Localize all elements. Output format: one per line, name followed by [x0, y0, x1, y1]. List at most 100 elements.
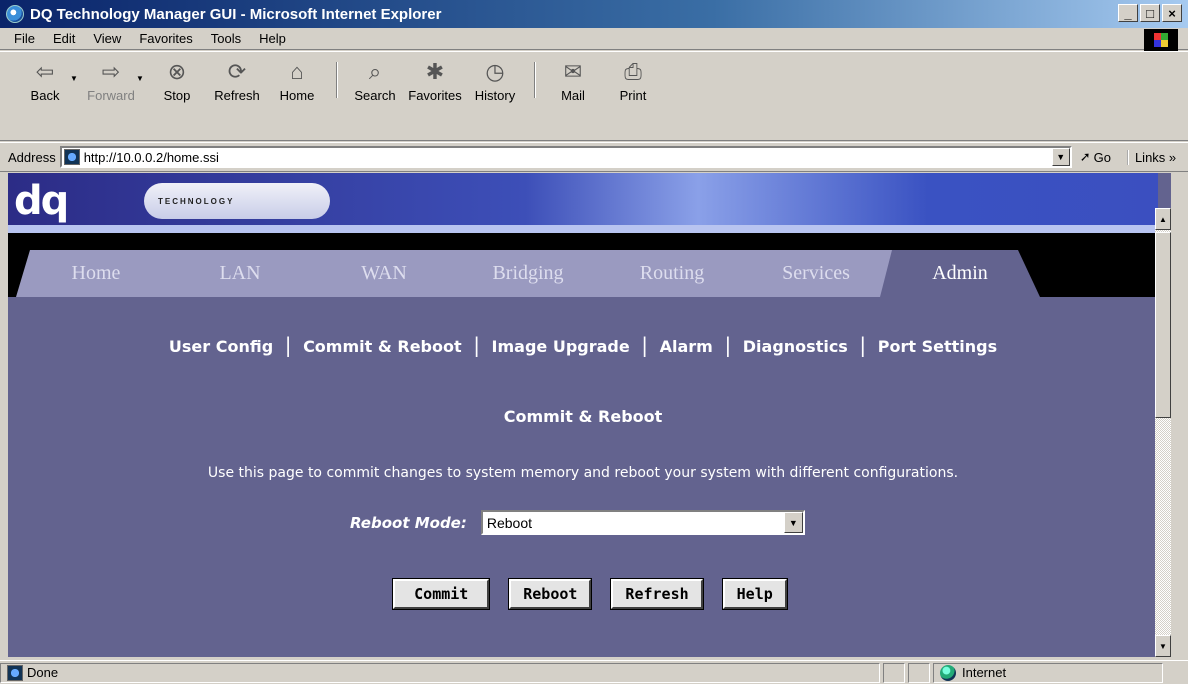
status-bar: Done Internet	[0, 660, 1188, 684]
scroll-up-icon[interactable]: ▲	[1155, 208, 1171, 230]
history-button[interactable]: ◷ History	[466, 58, 524, 140]
vertical-scrollbar[interactable]: ▲ ▼	[1155, 208, 1171, 657]
back-dropdown-icon[interactable]: ▼	[70, 58, 78, 140]
status-text: Done	[27, 665, 59, 680]
mail-label: Mail	[561, 88, 585, 103]
menu-favorites[interactable]: Favorites	[139, 31, 192, 46]
globe-icon	[940, 664, 956, 681]
windows-logo-icon	[1144, 29, 1178, 51]
search-button[interactable]: ⌕ Search	[346, 58, 404, 140]
subnav-separator: |	[473, 333, 480, 357]
go-button[interactable]: ➚ Go	[1080, 149, 1111, 165]
refresh-button[interactable]: Refresh	[610, 578, 704, 610]
stop-label: Stop	[163, 88, 191, 103]
print-button[interactable]: ⎙ Print	[604, 58, 662, 140]
subnav-image-upgrade[interactable]: Image Upgrade	[492, 337, 630, 356]
subnav-port-settings[interactable]: Port Settings	[878, 337, 997, 356]
menu-edit[interactable]: Edit	[53, 31, 75, 46]
status-cell	[883, 662, 905, 683]
minimize-button[interactable]: _	[1118, 4, 1138, 22]
status-text-panel: Done	[0, 662, 880, 683]
home-button[interactable]: ⌂ Home	[268, 58, 326, 140]
chevron-down-icon[interactable]: ▼	[783, 512, 803, 533]
menu-tools[interactable]: Tools	[211, 31, 241, 46]
stop-button[interactable]: ⊗ Stop	[148, 58, 206, 140]
tab-wan[interactable]: WAN	[304, 250, 464, 297]
banner-stripe	[8, 225, 1158, 233]
stop-icon: ⊗	[167, 59, 187, 84]
subnav-commit-reboot[interactable]: Commit & Reboot	[303, 337, 462, 356]
address-dropdown-icon[interactable]: ▼	[1051, 148, 1070, 166]
reboot-mode-label: Reboot Mode:	[350, 513, 467, 532]
forward-button[interactable]: ⇨ Forward	[82, 58, 140, 140]
tab-admin[interactable]: Admin	[880, 250, 1040, 297]
subnav-separator: |	[284, 333, 292, 357]
menu-help[interactable]: Help	[259, 31, 286, 46]
window-controls: _ □ ×	[1118, 4, 1182, 22]
close-button[interactable]: ×	[1162, 4, 1182, 22]
maximize-button[interactable]: □	[1140, 4, 1160, 22]
back-button[interactable]: ⇦ Back	[16, 58, 74, 140]
back-label: Back	[30, 88, 60, 103]
links-label: Links	[1134, 149, 1166, 165]
refresh-icon: ⟳	[227, 59, 247, 84]
mail-icon: ✉	[563, 59, 583, 84]
scroll-down-icon[interactable]: ▼	[1155, 635, 1171, 657]
page-viewport: dq TECHNOLOGY Home LAN WAN Bridging Rout…	[8, 173, 1171, 657]
reboot-mode-select[interactable]: Reboot ▼	[480, 510, 805, 535]
admin-subnav: User Config | Commit & Reboot | Image Up…	[8, 333, 1158, 357]
commit-button[interactable]: Commit	[392, 578, 491, 610]
main-tabs: Home LAN WAN Bridging Routing Services A…	[16, 250, 1024, 297]
forward-arrow-icon: ⇨	[101, 59, 121, 84]
refresh-toolbar-button[interactable]: ⟳ Refresh	[208, 58, 266, 140]
page-title: Commit & Reboot	[503, 407, 663, 426]
help-button[interactable]: Help	[721, 578, 788, 610]
status-cell	[908, 662, 930, 683]
ie-icon	[6, 5, 24, 23]
tab-lan[interactable]: LAN	[160, 250, 320, 297]
menu-view[interactable]: View	[93, 31, 121, 46]
back-arrow-icon: ⇦	[35, 59, 55, 84]
home-label: Home	[279, 88, 315, 103]
forward-label: Forward	[87, 88, 135, 103]
tab-bridging[interactable]: Bridging	[448, 250, 608, 297]
go-arrow-icon: ➚	[1079, 149, 1091, 164]
subnav-diagnostics[interactable]: Diagnostics	[743, 337, 848, 356]
forward-dropdown-icon[interactable]: ▼	[136, 58, 144, 140]
subnav-separator: |	[641, 333, 649, 357]
menu-file[interactable]: File	[14, 31, 35, 46]
action-buttons: Commit Reboot Refresh Help	[8, 578, 1158, 610]
printer-icon: ⎙	[624, 59, 642, 84]
subnav-alarm[interactable]: Alarm	[660, 337, 713, 356]
favorites-button[interactable]: ✱ Favorites	[406, 58, 464, 140]
address-url: http://10.0.0.2/home.ssi	[83, 149, 219, 165]
reboot-mode-row: Reboot Mode: Reboot ▼	[350, 510, 805, 535]
reboot-mode-value: Reboot	[486, 514, 533, 531]
subnav-user-config[interactable]: User Config	[169, 337, 273, 356]
tab-home[interactable]: Home	[16, 250, 176, 297]
reboot-button[interactable]: Reboot	[508, 578, 593, 610]
favorites-label: Favorites	[408, 88, 462, 103]
history-label: History	[474, 88, 516, 103]
print-label: Print	[619, 88, 647, 103]
page-description: Use this page to commit changes to syste…	[207, 465, 959, 481]
page-done-icon	[7, 664, 23, 681]
toolbar-separator	[336, 62, 338, 98]
security-zone: Internet	[933, 662, 1163, 683]
menu-bar: File Edit View Favorites Tools Help	[0, 28, 1188, 51]
tab-routing[interactable]: Routing	[592, 250, 752, 297]
window-title-bar: DQ Technology Manager GUI - Microsoft In…	[0, 0, 1188, 28]
links-button[interactable]: Links »	[1126, 149, 1176, 165]
window-title: DQ Technology Manager GUI - Microsoft In…	[30, 5, 442, 23]
technology-logo: TECHNOLOGY	[144, 183, 330, 219]
home-icon: ⌂	[290, 59, 304, 84]
mail-button[interactable]: ✉ Mail	[544, 58, 602, 140]
technology-logo-text: TECHNOLOGY	[158, 196, 235, 206]
refresh-toolbar-label: Refresh	[214, 88, 260, 103]
tab-services[interactable]: Services	[736, 250, 896, 297]
scrollbar-thumb[interactable]	[1155, 232, 1171, 418]
standard-toolbar: ⇦ Back ▼ ⇨ Forward ▼ ⊗ Stop ⟳ Refresh ⌂ …	[0, 51, 1188, 141]
subnav-separator: |	[859, 333, 867, 357]
address-bar: Address http://10.0.0.2/home.ssi ▼ ➚ Go …	[0, 142, 1188, 172]
address-input[interactable]: http://10.0.0.2/home.ssi ▼	[59, 146, 1072, 168]
